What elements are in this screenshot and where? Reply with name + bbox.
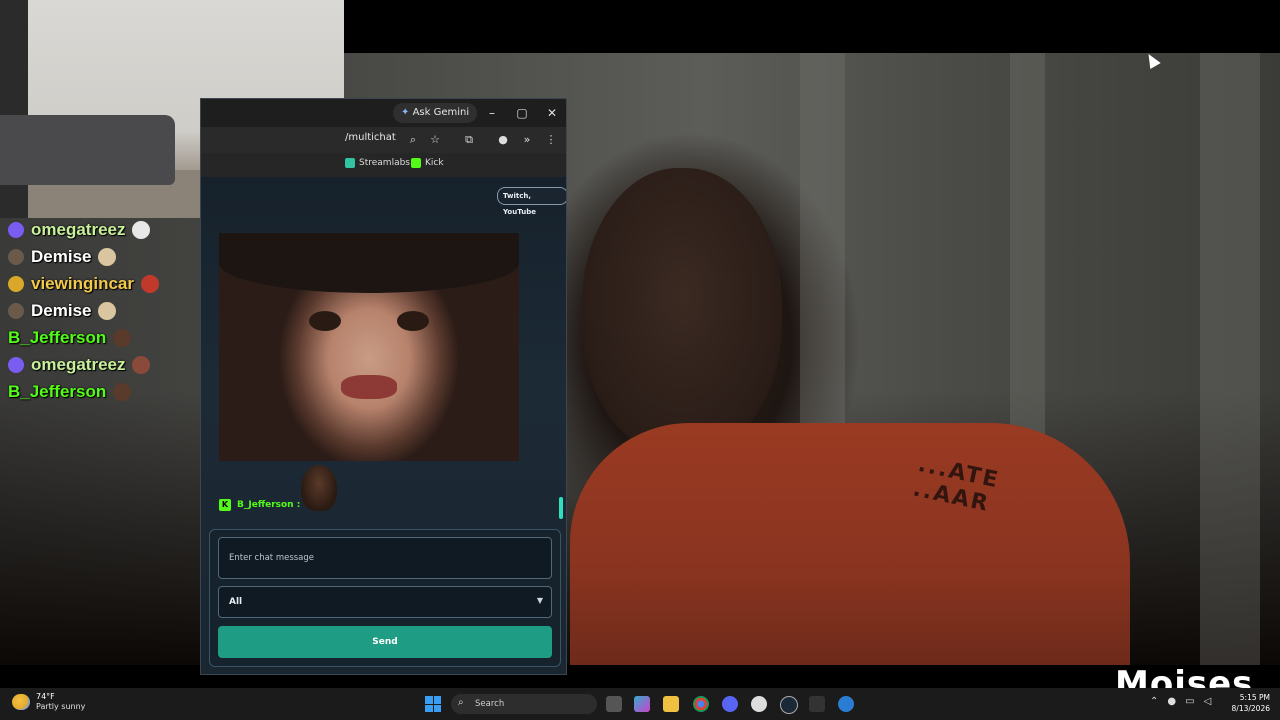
browser-window: ✦ Ask Gemini – ▢ ✕ /multichat ⌕ ☆ ⧉ ● » … xyxy=(200,98,567,675)
overlay-chat-username: B_Jefferson xyxy=(8,327,107,347)
emote-icon xyxy=(98,301,117,320)
emote-icon xyxy=(98,247,117,266)
weather-desc: Partly sunny xyxy=(36,702,86,711)
user-badge-icon xyxy=(8,221,24,238)
emote-icon xyxy=(113,328,132,347)
profile-avatar[interactable]: ● xyxy=(495,132,511,148)
user-badge-icon xyxy=(8,275,24,292)
bookmarks-bar: Streamlabs Kick xyxy=(201,153,566,177)
bookmark-kick[interactable]: Kick xyxy=(411,158,444,168)
chat-message-input[interactable] xyxy=(218,537,552,579)
emote-icon xyxy=(132,355,151,374)
minimize-icon[interactable]: – xyxy=(483,104,501,122)
user-badge-icon xyxy=(8,302,24,319)
bar xyxy=(1200,53,1260,665)
chat-message-username: B_Jefferson : xyxy=(237,500,301,510)
overlay-chat-username: Demise xyxy=(31,300,92,320)
bookmark-label: Streamlabs xyxy=(359,158,410,168)
weather-temp: 74°F xyxy=(36,692,55,701)
stream-chat-overlay: omegatreez Demise viewingincar Demise B_Jeff… xyxy=(8,216,208,405)
chevron-up-icon[interactable]: ⌃ xyxy=(1150,696,1158,707)
clock-date: 8/13/2026 xyxy=(1231,704,1270,713)
chat-media-image xyxy=(219,233,519,461)
chat-scrollbar[interactable] xyxy=(559,497,563,519)
multichat-app: Twitch, YouTube K B_Jefferson : All ▼ Se… xyxy=(201,177,566,674)
url-text[interactable]: /multichat xyxy=(345,132,396,143)
platform-select[interactable]: All ▼ xyxy=(218,586,552,618)
more-extensions-icon[interactable]: » xyxy=(519,132,535,148)
file-explorer-icon[interactable] xyxy=(663,696,679,712)
overlay-chat-username: Demise xyxy=(31,246,92,266)
network-icon[interactable]: ▭ xyxy=(1185,696,1194,707)
obs-icon[interactable] xyxy=(751,696,767,712)
bookmark-streamlabs[interactable]: Streamlabs xyxy=(345,158,410,168)
bed xyxy=(0,115,175,185)
clock-time: 5:15 PM xyxy=(1239,693,1270,702)
gemini-icon: ✦ xyxy=(401,107,410,118)
send-button[interactable]: Send xyxy=(218,626,552,658)
windows-start-icon[interactable] xyxy=(425,696,441,712)
search-icon: ⌕ xyxy=(458,697,464,708)
overlay-chat-username: B_Jefferson xyxy=(8,381,107,401)
overlay-chat-row: B_Jefferson xyxy=(8,324,208,351)
emote-icon xyxy=(140,274,159,293)
extensions-icon[interactable]: ⧉ xyxy=(461,132,477,148)
close-icon[interactable]: ✕ xyxy=(543,104,561,122)
person-hoodie xyxy=(570,423,1130,665)
overlay-chat-username: omegatreez xyxy=(31,354,126,374)
compose-panel: All ▼ Send xyxy=(209,529,561,667)
maximize-icon[interactable]: ▢ xyxy=(513,104,531,122)
zoom-icon[interactable]: ⌕ xyxy=(405,132,421,148)
streamlabs-icon xyxy=(345,158,355,168)
system-tray: ⌃ ● ▭ ◁ xyxy=(1150,696,1211,707)
overlay-chat-row: Demise xyxy=(8,243,208,270)
app-icon[interactable] xyxy=(838,696,854,712)
doorway xyxy=(0,0,28,218)
ask-gemini-label: Ask Gemini xyxy=(412,107,470,118)
weather-widget[interactable]: 74°F Partly sunny xyxy=(12,692,85,712)
taskbar-clock[interactable]: 5:15 PM 8/13/2026 xyxy=(1232,692,1270,714)
person-head xyxy=(582,168,782,453)
hair xyxy=(219,233,519,293)
user-avatar-sticker xyxy=(301,465,337,511)
emote-icon xyxy=(113,382,132,401)
browser-titlebar: ✦ Ask Gemini – ▢ ✕ xyxy=(201,99,566,127)
chrome-icon[interactable] xyxy=(693,696,709,712)
menu-icon[interactable]: ⋮ xyxy=(543,132,559,148)
copilot-icon[interactable] xyxy=(634,696,650,712)
mouth xyxy=(341,375,397,399)
microphone-icon[interactable]: ● xyxy=(1167,696,1176,707)
user-badge-icon xyxy=(8,248,24,265)
kick-icon xyxy=(411,158,421,168)
eye xyxy=(309,311,341,331)
search-placeholder: Search xyxy=(475,699,505,709)
platform-chip[interactable]: Twitch, YouTube xyxy=(497,187,566,216)
task-view-icon[interactable] xyxy=(606,696,622,712)
overlay-chat-username: viewingincar xyxy=(31,273,134,293)
kick-badge-icon: K xyxy=(219,499,231,511)
platform-select-value: All xyxy=(229,597,243,607)
user-badge-icon xyxy=(8,356,24,373)
bookmark-star-icon[interactable]: ☆ xyxy=(427,132,443,148)
overlay-chat-row: omegatreez xyxy=(8,216,208,243)
overlay-chat-row: B_Jefferson xyxy=(8,378,208,405)
eye xyxy=(397,311,429,331)
epic-games-icon[interactable] xyxy=(809,696,825,712)
chevron-down-icon: ▼ xyxy=(536,596,543,605)
overlay-chat-username: omegatreez xyxy=(31,219,126,239)
discord-icon[interactable] xyxy=(722,696,738,712)
overlay-chat-row: omegatreez xyxy=(8,351,208,378)
overlay-chat-row: viewingincar xyxy=(8,270,208,297)
bookmark-label: Kick xyxy=(425,158,444,168)
ask-gemini-button[interactable]: ✦ Ask Gemini xyxy=(393,103,478,123)
steam-icon[interactable] xyxy=(780,696,798,714)
address-bar[interactable]: /multichat ⌕ ☆ ⧉ ● » ⋮ xyxy=(201,127,566,153)
taskbar-search[interactable]: ⌕ Search xyxy=(451,694,597,714)
chat-message-row: K B_Jefferson : xyxy=(219,499,300,511)
partly-sunny-icon xyxy=(12,694,30,710)
overlay-chat-row: Demise xyxy=(8,297,208,324)
emote-icon xyxy=(132,220,151,239)
volume-icon[interactable]: ◁ xyxy=(1204,696,1212,707)
taskbar: 74°F Partly sunny ⌕ Search ⌃ ● ▭ ◁ 5:15 … xyxy=(0,688,1280,720)
